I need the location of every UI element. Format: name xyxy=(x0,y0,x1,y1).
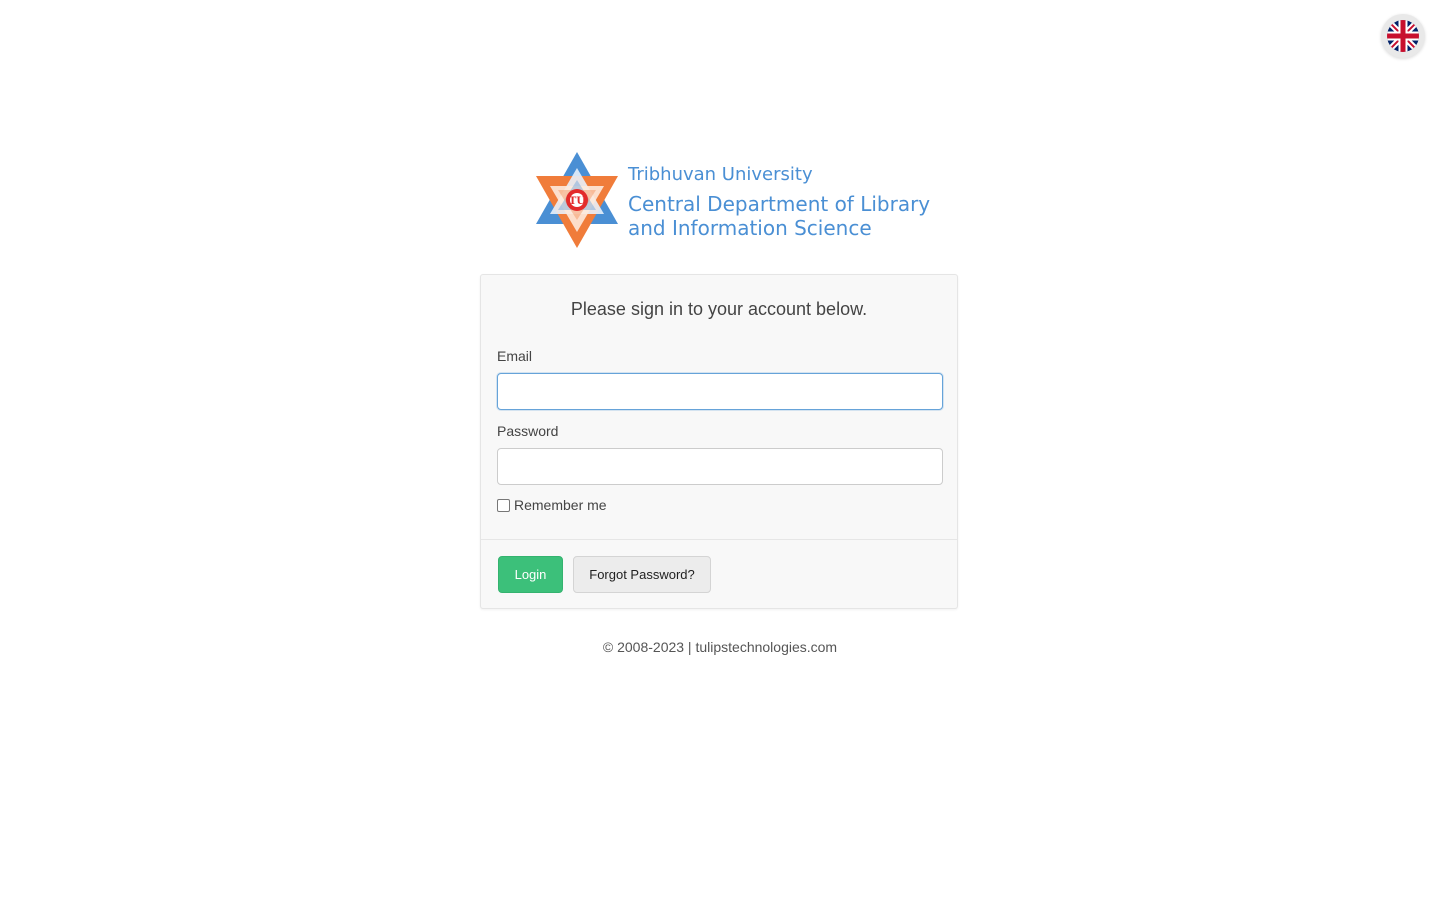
forgot-password-button[interactable]: Forgot Password? xyxy=(573,556,711,593)
login-title: Please sign in to your account below. xyxy=(570,299,868,319)
email-field[interactable] xyxy=(497,373,943,410)
password-field[interactable] xyxy=(497,448,943,485)
logo-department-line1: Central Department of Library xyxy=(628,191,931,216)
remember-me-checkbox[interactable] xyxy=(497,498,510,512)
remember-me-label[interactable]: Remember me xyxy=(514,497,607,513)
university-logo: TU Tribhuvan University Central Departme… xyxy=(534,150,930,252)
password-label: Password xyxy=(497,423,559,439)
tribhuvan-university-emblem-icon: TU xyxy=(536,152,618,248)
remember-me-row[interactable]: Remember me xyxy=(497,497,607,513)
logo-university-name: Tribhuvan University xyxy=(628,164,813,185)
login-button[interactable]: Login xyxy=(498,556,563,593)
emblem-initials: TU xyxy=(569,196,585,207)
logo-text: Tribhuvan University Central Department … xyxy=(628,164,930,240)
login-panel: Please sign in to your account below. Em… xyxy=(480,274,958,609)
language-switcher-button[interactable] xyxy=(1381,14,1425,58)
uk-flag-icon xyxy=(1387,20,1419,52)
email-label: Email xyxy=(497,348,533,364)
panel-divider xyxy=(481,539,957,540)
footer-copyright: © 2008-2023 | tulipstechnologies.com xyxy=(602,639,838,655)
login-page: TU Tribhuvan University Central Departme… xyxy=(0,0,1440,900)
logo-department-line2: and Information Science xyxy=(628,215,872,240)
